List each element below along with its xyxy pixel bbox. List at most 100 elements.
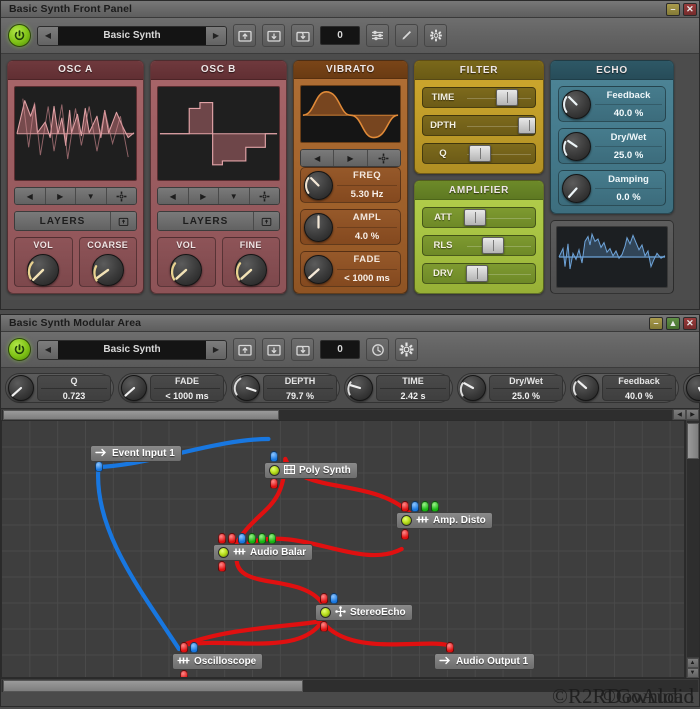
vibrato-gear-icon[interactable] <box>367 150 400 167</box>
patch-top-scroll-track[interactable] <box>2 409 672 420</box>
modular-number-field[interactable]: 0 <box>320 340 360 359</box>
modular-folder-saveas-icon[interactable] <box>291 338 314 361</box>
amp-disto-in-port-1[interactable] <box>401 501 409 512</box>
modular-preset-name[interactable]: Basic Synth <box>58 340 206 359</box>
amplifier-att-slider[interactable]: ATT <box>422 207 536 228</box>
amp-disto-in-port-3[interactable] <box>421 501 429 512</box>
patch-bottom-scrollbar[interactable] <box>1 678 699 692</box>
preset-name[interactable]: Basic Synth <box>58 26 206 45</box>
amplifier-drv-slider[interactable]: DRV <box>422 263 536 284</box>
audio-balar-in-port-2[interactable] <box>228 533 236 544</box>
patch-bottom-scroll-track[interactable] <box>2 679 698 692</box>
preset-prev-button[interactable]: ◀ <box>38 26 58 45</box>
vibrato-freq-knob[interactable] <box>304 170 333 200</box>
filter-q-track[interactable] <box>463 144 535 163</box>
osc-b-dropdown-button[interactable]: ▼ <box>219 187 250 205</box>
minimize-button[interactable]: – <box>666 2 680 16</box>
patch-vscroll-track[interactable] <box>686 421 699 657</box>
modular-preset-next-button[interactable]: ▶ <box>206 340 226 359</box>
pencil-icon[interactable] <box>395 24 418 47</box>
vibrato-fade-knob[interactable] <box>304 254 333 284</box>
osc-a-prev-button[interactable]: ◀ <box>15 187 46 205</box>
node-amp-disto[interactable]: Amp. Disto <box>396 512 493 529</box>
amp-disto-out-port[interactable] <box>401 529 409 540</box>
modular-drywet-knob[interactable] <box>459 375 486 401</box>
node-oscilloscope[interactable]: Oscilloscope <box>172 653 264 670</box>
osc-b-next-button[interactable]: ▶ <box>188 187 219 205</box>
node-stereoecho[interactable]: StereoEcho <box>315 604 413 621</box>
modular-extra-knob[interactable] <box>686 375 700 401</box>
amplifier-rls-slider[interactable]: RLS <box>422 235 536 256</box>
patch-scroll-left-button[interactable]: ◀ <box>673 409 686 420</box>
voice-count-field[interactable]: 0 <box>320 26 360 45</box>
node-audio-balar[interactable]: Audio Balar <box>213 544 314 561</box>
audio-balar-out-port[interactable] <box>218 561 226 572</box>
filter-dpth-slider[interactable]: DPTH <box>422 115 536 136</box>
audio-balar-in-port-1[interactable] <box>218 533 226 544</box>
patch-vscroll-thumb[interactable] <box>686 423 699 459</box>
modular-q-knob[interactable] <box>8 375 34 401</box>
osc-b-gear-icon[interactable] <box>249 187 279 205</box>
amplifier-att-handle[interactable] <box>464 209 487 226</box>
routing-icon[interactable] <box>366 24 389 47</box>
amplifier-drv-track[interactable] <box>463 264 535 283</box>
poly-synth-led-icon[interactable] <box>269 465 280 476</box>
poly-synth-in-port[interactable] <box>270 451 278 462</box>
modular-patch-canvas[interactable]: Event Input 1 Poly Synth Amp. Disto Audi… <box>1 420 685 678</box>
vibrato-next-button[interactable]: ▶ <box>334 150 368 167</box>
node-poly-synth[interactable]: Poly Synth <box>264 462 358 479</box>
close-button[interactable]: ✕ <box>683 2 697 16</box>
poly-synth-out-port[interactable] <box>270 478 278 489</box>
audio-balar-in-port-5[interactable] <box>258 533 266 544</box>
filter-dpth-track[interactable] <box>463 116 535 135</box>
modular-folder-save-icon[interactable] <box>262 338 285 361</box>
patch-scroll-down-button[interactable]: ▼ <box>686 668 699 678</box>
osc-b-fine-knob[interactable] <box>234 254 267 286</box>
osc-a-layers-folder-save-icon[interactable] <box>110 212 136 230</box>
osc-a-gear-icon[interactable] <box>106 187 136 205</box>
audio-balar-in-port-6[interactable] <box>268 533 276 544</box>
filter-time-handle[interactable] <box>496 89 519 106</box>
modular-depth-knob[interactable] <box>233 375 260 401</box>
amplifier-att-track[interactable] <box>463 208 535 227</box>
modular-fade-knob[interactable] <box>121 375 147 401</box>
vibrato-prev-button[interactable]: ◀ <box>301 150 335 167</box>
modular-gear-icon[interactable] <box>395 338 418 361</box>
patch-vertical-scrollbar[interactable]: ▲ ▼ <box>685 420 699 678</box>
preset-selector[interactable]: ◀ Basic Synth ▶ <box>37 25 227 46</box>
stereoecho-out-port[interactable] <box>320 621 328 632</box>
patch-top-scrollbar[interactable]: ◀ ▶ <box>1 408 699 420</box>
amplifier-drv-handle[interactable] <box>465 265 488 282</box>
osc-a-dropdown-button[interactable]: ▼ <box>76 187 107 205</box>
event-input-1-out-port[interactable] <box>95 461 103 472</box>
osc-b-layers-button[interactable]: LAYERS <box>157 211 280 231</box>
echo-feedback-knob[interactable] <box>562 89 591 119</box>
audio-balar-led-icon[interactable] <box>218 547 229 558</box>
patch-bottom-scroll-thumb[interactable] <box>3 679 303 692</box>
filter-time-track[interactable] <box>463 88 535 107</box>
modular-preset-selector[interactable]: ◀ Basic Synth ▶ <box>37 339 227 360</box>
patch-top-scroll-thumb[interactable] <box>3 409 279 420</box>
filter-time-slider[interactable]: TIME <box>422 87 536 108</box>
oscilloscope-in-port-2[interactable] <box>190 642 198 653</box>
osc-b-waveform-display[interactable] <box>157 85 280 181</box>
node-event-input-1[interactable]: Event Input 1 <box>90 445 182 462</box>
osc-b-prev-button[interactable]: ◀ <box>158 187 189 205</box>
osc-a-vol-knob[interactable] <box>27 254 60 286</box>
audio-balar-in-port-4[interactable] <box>248 533 256 544</box>
stereoecho-in-port-2[interactable] <box>330 593 338 604</box>
node-audio-output-1[interactable]: Audio Output 1 <box>434 653 536 670</box>
stereoecho-in-port-1[interactable] <box>320 593 328 604</box>
preset-next-button[interactable]: ▶ <box>206 26 226 45</box>
amp-disto-in-port-4[interactable] <box>431 501 439 512</box>
osc-a-layers-button[interactable]: LAYERS <box>14 211 137 231</box>
power-icon[interactable] <box>8 24 31 47</box>
filter-q-handle[interactable] <box>468 145 491 162</box>
amp-disto-led-icon[interactable] <box>401 515 412 526</box>
echo-damping-knob[interactable] <box>562 173 591 203</box>
audio-balar-in-port-3[interactable] <box>238 533 246 544</box>
vibrato-ampl-knob[interactable] <box>304 212 333 242</box>
modular-folder-open-icon[interactable] <box>233 338 256 361</box>
modular-feedback-knob[interactable] <box>572 375 599 401</box>
patch-scroll-up-button[interactable]: ▲ <box>686 658 699 668</box>
